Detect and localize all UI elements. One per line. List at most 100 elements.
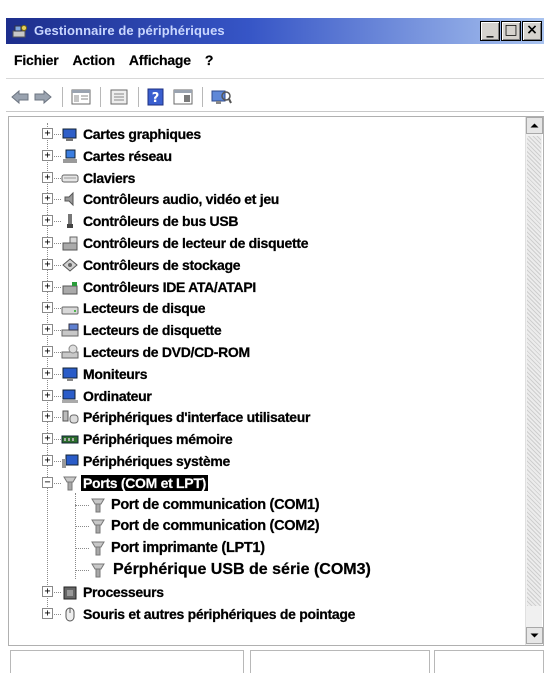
status-panel [10,650,244,673]
tree-device-label[interactable]: Port imprimante (LPT1) [111,540,265,556]
tree-category-label[interactable]: Contrôleurs de stockage [83,257,241,273]
expand-toggle[interactable]: + [42,258,53,270]
tree-category-row[interactable]: + Ordinateur [9,385,509,407]
scan-hardware-icon[interactable] [210,88,232,106]
expand-toggle[interactable]: + [42,215,53,227]
tree-category-label[interactable]: Périphériques d'interface utilisateur [83,409,311,425]
collapse-toggle[interactable]: − [42,476,53,488]
tree-category-row[interactable]: + Contrôleurs de stockage [9,254,509,276]
network-adapter-icon [63,149,77,163]
tree-device-row[interactable]: Port de communication (COM2) [9,515,509,537]
device-manager-icon [12,25,27,38]
scroll-down-button[interactable] [526,627,543,644]
properties-icon[interactable] [70,88,92,106]
expand-toggle[interactable]: + [42,455,53,466]
menu-action[interactable]: Action [72,52,115,68]
tree-category-label[interactable]: Contrôleurs audio, vidéo et jeu [83,191,280,207]
tree-category-row[interactable]: + Contrôleurs audio, vidéo et jeu [9,188,509,210]
tree-category-row[interactable]: + Périphériques d'interface utilisateur [9,406,509,428]
tree-device-label[interactable]: Port de communication (COM1) [111,496,320,512]
tree-category-row[interactable]: + Moniteurs [9,363,509,385]
expand-toggle[interactable]: + [42,607,53,619]
menu-affichage[interactable]: Affichage [129,52,191,68]
tree-category-label[interactable]: Périphériques mémoire [83,431,233,447]
menu-fichier[interactable]: Fichier [14,52,59,68]
tree-category-row[interactable]: − Ports (COM et LPT) [9,472,509,494]
back-icon[interactable] [10,88,30,106]
hid-icon [62,410,79,424]
title-bar[interactable]: Gestionnaire de périphériques _ □ × [6,18,544,44]
tree-category-row[interactable]: + Souris et autres périphériques de point… [9,603,509,625]
tree-category-label[interactable]: Contrôleurs de lecteur de disquette [83,235,309,251]
tree-category-label[interactable]: Lecteurs de disquette [83,322,222,338]
tree-category-label[interactable]: Ordinateur [83,387,152,403]
help-console-icon[interactable] [108,88,130,106]
tree-device-row[interactable]: Port imprimante (LPT1) [9,537,509,559]
tree-category-row[interactable]: + Claviers [9,167,509,189]
expand-toggle[interactable]: + [42,193,53,205]
view-icon[interactable] [172,88,194,106]
expand-toggle[interactable]: + [42,346,53,357]
tree-category-row[interactable]: + Contrôleurs de lecteur de disquette [9,232,509,254]
close-button[interactable]: × [522,21,542,41]
tree-category-label[interactable]: Cartes réseau [83,148,172,164]
maximize-button[interactable]: □ [501,21,521,41]
tree-category-row[interactable]: + Cartes graphiques [9,123,509,145]
scroll-thumb[interactable] [527,136,541,606]
device-manager-window: Gestionnaire de périphériques _ □ × Fich… [0,0,544,673]
expand-toggle[interactable]: + [42,128,53,139]
tree-line [54,417,61,419]
tree-device-label[interactable]: Pérphérique USB de série (COM3) [113,561,371,579]
tree-category-row[interactable]: + Cartes réseau [9,145,509,167]
tree-device-label[interactable]: Port de communication (COM2) [111,518,320,534]
scroll-up-button[interactable] [526,117,543,134]
tree-category-row[interactable]: + Périphériques système [9,450,509,472]
arrow-up-icon [530,123,539,128]
expand-toggle[interactable]: + [42,302,53,314]
expand-toggle[interactable]: + [42,237,53,248]
minimize-button[interactable]: _ [480,21,500,41]
tree-category-label[interactable]: Cartes graphiques [83,126,201,142]
tree-category-row[interactable]: + Lecteurs de disque [9,297,509,319]
expand-toggle[interactable]: + [42,411,53,423]
tree-category-row[interactable]: + Processeurs [9,581,509,603]
tree-category-row[interactable]: + Contrôleurs de bus USB [9,210,509,232]
tree-category-row[interactable]: + Lecteurs de disquette [9,319,509,341]
tree-category-label[interactable]: Lecteurs de disque [83,300,206,316]
menu-help[interactable]: ? [205,52,214,68]
tree-category-row[interactable]: + Contrôleurs IDE ATA/ATAPI [9,276,509,298]
tree-category-label[interactable]: Contrôleurs de bus USB [83,213,239,229]
expand-toggle[interactable]: + [42,149,53,161]
tree-category-row[interactable]: + Lecteurs de DVD/CD-ROM [9,341,509,363]
storage-controller-icon [62,258,78,272]
tree-category-label[interactable]: Claviers [83,169,136,185]
forward-icon[interactable] [33,88,53,106]
vertical-scrollbar[interactable] [525,117,543,645]
tree-line [54,155,61,157]
tree-category-label[interactable]: Contrôleurs IDE ATA/ATAPI [83,278,257,294]
tree-category-label[interactable]: Processeurs [83,584,164,600]
expand-toggle[interactable]: + [42,585,53,597]
tree-line [54,395,61,397]
expand-toggle[interactable]: + [42,324,53,336]
tree-line [54,330,61,332]
processor-icon [63,586,77,600]
expand-toggle[interactable]: + [42,433,53,445]
help-icon[interactable]: ? [146,88,166,106]
tree-category-row[interactable]: + Périphériques mémoire [9,428,509,450]
device-tree[interactable]: + Cartes graphiques + Cartes réseau + Clavier… [8,116,544,646]
tree-device-row[interactable]: Pérphérique USB de série (COM3) [9,559,509,581]
tree-category-label[interactable]: Périphériques système [83,453,231,469]
expand-toggle[interactable]: + [42,389,53,401]
window-controls: _ □ × [479,21,542,41]
tree-category-label[interactable]: Ports (COM et LPT) [81,475,208,491]
floppy-drive-icon [61,323,79,337]
tree-line [54,591,61,593]
tree-device-row[interactable]: Port de communication (COM1) [9,494,509,516]
tree-category-label[interactable]: Lecteurs de DVD/CD-ROM [83,344,250,360]
expand-toggle[interactable]: + [42,280,53,292]
tree-category-label[interactable]: Souris et autres périphériques de pointa… [83,605,356,621]
tree-category-label[interactable]: Moniteurs [83,366,148,382]
expand-toggle[interactable]: + [42,171,53,183]
expand-toggle[interactable]: + [42,367,53,379]
